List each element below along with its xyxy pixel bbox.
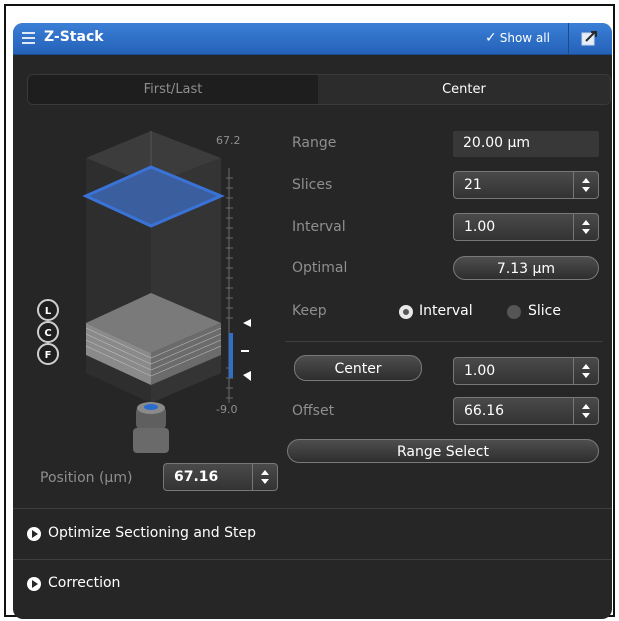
show-all-toggle[interactable]: ✓ Show all: [485, 30, 550, 46]
range-indicator: [229, 333, 233, 378]
stepper-arrows-icon[interactable]: [573, 214, 598, 240]
scale-top-label: 67.2: [216, 134, 241, 147]
section-label: Optimize Sectioning and Step: [48, 525, 257, 541]
divider: [13, 559, 612, 560]
keep-label: Keep: [292, 303, 327, 319]
interval-stepper[interactable]: 1.00: [453, 213, 599, 241]
range-value: 20.00 µm: [453, 131, 599, 157]
section-optimize-sectioning[interactable]: Optimize Sectioning and Step: [13, 515, 612, 555]
section-label: Correction: [48, 575, 121, 591]
range-select-button[interactable]: Range Select: [287, 439, 599, 463]
position-label: Position (µm): [40, 470, 133, 486]
stepper-arrows-icon[interactable]: [573, 398, 598, 424]
optimal-label: Optimal: [292, 260, 348, 276]
mode-tabs: First/Last Center: [27, 74, 611, 105]
center-button[interactable]: Center: [294, 355, 422, 381]
stepper-arrows-icon[interactable]: [573, 172, 598, 198]
stepper-arrows-icon[interactable]: [252, 464, 277, 490]
interval-label: Interval: [292, 219, 346, 235]
keep-slice-label[interactable]: Slice: [528, 303, 561, 319]
set-first-button[interactable]: F: [37, 343, 59, 365]
tab-first-last[interactable]: First/Last: [28, 75, 318, 104]
slices-label: Slices: [292, 177, 333, 193]
divider: [13, 508, 612, 509]
offset-stepper[interactable]: 66.16: [453, 397, 599, 425]
section-correction[interactable]: Correction: [13, 565, 612, 605]
tab-center[interactable]: Center: [318, 75, 610, 104]
set-center-button[interactable]: C: [37, 321, 59, 343]
divider: [285, 341, 603, 342]
z-stack-panel: Z-Stack ✓ Show all First/Last Center 67.…: [13, 23, 612, 619]
center-step-stepper[interactable]: 1.00: [453, 357, 599, 385]
checkmark-icon: ✓: [485, 30, 497, 46]
undock-icon[interactable]: [581, 30, 598, 46]
stepper-arrows-icon[interactable]: [573, 358, 598, 384]
position-stepper[interactable]: 67.16: [163, 463, 278, 491]
set-last-button[interactable]: L: [37, 299, 59, 321]
expand-arrow-icon[interactable]: [27, 577, 41, 591]
panel-title: Z-Stack: [44, 29, 104, 45]
slices-stepper[interactable]: 21: [453, 171, 599, 199]
show-all-label: Show all: [499, 31, 550, 45]
keep-interval-radio[interactable]: [399, 305, 413, 319]
last-slice-marker[interactable]: [243, 319, 251, 327]
first-slice-marker[interactable]: [243, 371, 251, 381]
expand-arrow-icon[interactable]: [27, 527, 41, 541]
offset-label: Offset: [292, 403, 335, 419]
header-divider: [568, 23, 569, 54]
objective-icon: [133, 402, 169, 453]
keep-slice-radio[interactable]: [507, 305, 521, 319]
range-label: Range: [292, 135, 337, 151]
scale-bottom-label: -9.0: [216, 403, 238, 416]
optimal-button[interactable]: 7.13 µm: [453, 256, 599, 280]
panel-header[interactable]: Z-Stack ✓ Show all: [13, 23, 612, 55]
keep-interval-label[interactable]: Interval: [419, 303, 473, 319]
menu-icon[interactable]: [22, 32, 35, 44]
